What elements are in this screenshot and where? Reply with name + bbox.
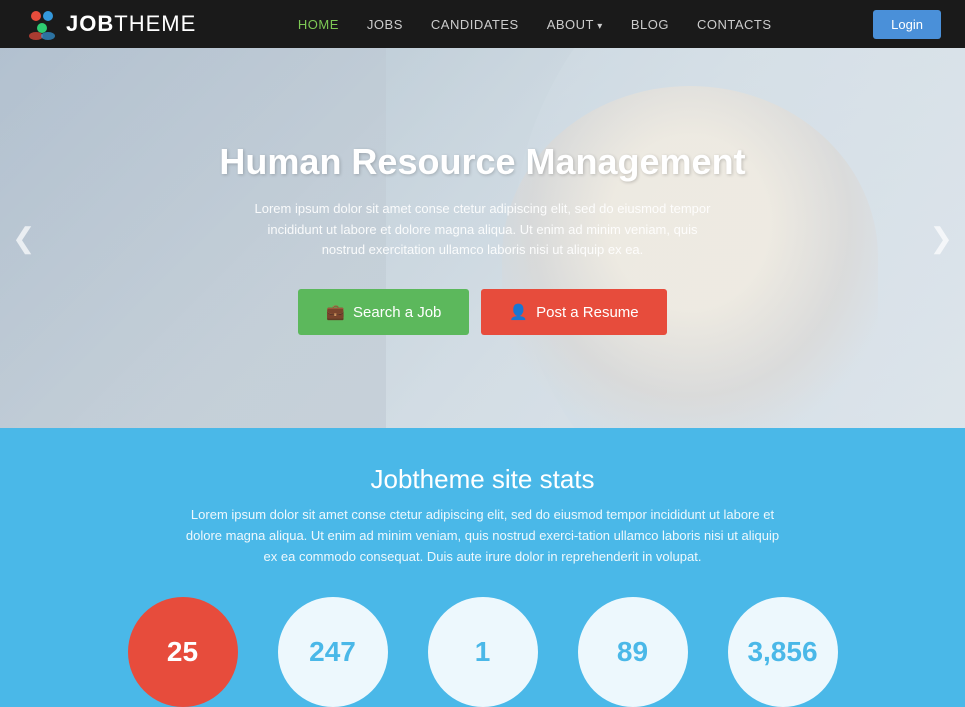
stat-circle-0: 25 [128,597,238,707]
stat-value-2: 1 [475,636,491,668]
login-button[interactable]: Login [873,10,941,39]
logo-theme: THEME [114,11,196,36]
stat-circle-4: 3,856 [728,597,838,707]
stat-circle-3: 89 [578,597,688,707]
search-job-label: Search a Job [353,304,441,321]
stats-circles: 25 247 1 89 3,856 [24,597,941,707]
post-resume-label: Post a Resume [536,304,639,321]
stat-value-3: 89 [617,636,648,668]
main-nav: HOME JOBS CANDIDATES ABOUT BLOG CONTACTS [298,17,772,32]
logo-icon [24,6,60,42]
hero-content: Human Resource Management Lorem ipsum do… [219,141,745,335]
stat-circle-2: 1 [428,597,538,707]
nav-contacts[interactable]: CONTACTS [697,17,772,32]
logo-job: JOB [66,11,114,36]
logo-text: JOBTHEME [66,11,196,37]
search-job-button[interactable]: 💼 Search a Job [298,289,469,335]
nav-candidates[interactable]: CANDIDATES [431,17,519,32]
nav-about[interactable]: ABOUT [547,17,603,32]
hero-buttons: 💼 Search a Job 👤 Post a Resume [219,289,745,335]
hero-prev-button[interactable]: ❮ [12,222,35,255]
hero-next-button[interactable]: ❯ [930,222,953,255]
stats-title: Jobtheme site stats [24,464,941,495]
briefcase-icon: 💼 [326,303,345,321]
logo: JOBTHEME [24,6,196,42]
stats-section: Jobtheme site stats Lorem ipsum dolor si… [0,428,965,707]
stat-value-0: 25 [167,636,198,668]
nav-blog[interactable]: BLOG [631,17,669,32]
stat-circle-1: 247 [278,597,388,707]
post-resume-button[interactable]: 👤 Post a Resume [481,289,666,335]
hero-title: Human Resource Management [219,141,745,183]
hero-section: ❮ Human Resource Management Lorem ipsum … [0,48,965,428]
header: JOBTHEME HOME JOBS CANDIDATES ABOUT BLOG… [0,0,965,48]
nav-home[interactable]: HOME [298,17,339,32]
stat-value-4: 3,856 [747,636,817,668]
user-icon: 👤 [509,303,528,321]
hero-subtitle: Lorem ipsum dolor sit amet conse ctetur … [252,199,712,261]
stat-value-1: 247 [309,636,356,668]
nav-jobs[interactable]: JOBS [367,17,403,32]
stats-description: Lorem ipsum dolor sit amet conse ctetur … [183,505,783,567]
